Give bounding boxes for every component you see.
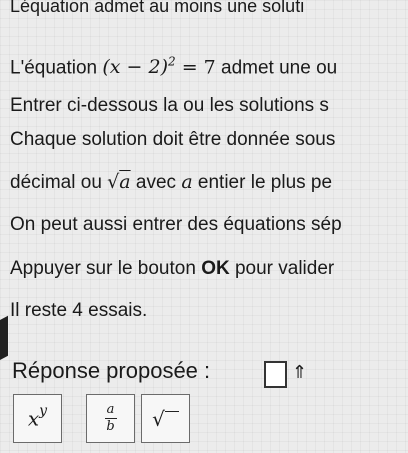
equation-prefix: L'équation <box>10 57 103 79</box>
side-marker <box>0 315 8 365</box>
equation-suffix: admet une ou <box>221 57 338 79</box>
power-button[interactable]: xy <box>13 394 62 443</box>
instruction-equations: On peut aussi entrer des équations sép <box>10 214 342 235</box>
attempts-remaining: Il reste 4 essais. <box>10 300 148 321</box>
up-arrow-icon[interactable]: ⇑ <box>292 360 307 386</box>
equation-statement: L'équation (x − 2)2 = 7 admet une ou <box>10 50 337 80</box>
instruction-format-1: Chaque solution doit être donnée sous <box>10 129 336 150</box>
sqrt-symbol: √a <box>107 171 131 193</box>
fraction-button[interactable]: ab <box>86 394 135 443</box>
instruction-enter: Entrer ci-dessous la ou les solutions s <box>10 95 329 116</box>
exercise-title: Léquation admet au moins une soluti <box>10 0 305 16</box>
equation-rhs: = 7 <box>175 56 216 79</box>
instruction-format-2: décimal ou √a avec a entier le plus pe <box>10 171 333 193</box>
equation-lhs: (x − 2)2 <box>102 55 176 79</box>
sqrt-button[interactable]: √ <box>141 394 190 443</box>
answer-input[interactable] <box>264 361 287 388</box>
answer-label: Réponse proposée : <box>12 358 211 383</box>
instruction-validate: Appuyer sur le bouton OK pour valider <box>10 258 335 279</box>
